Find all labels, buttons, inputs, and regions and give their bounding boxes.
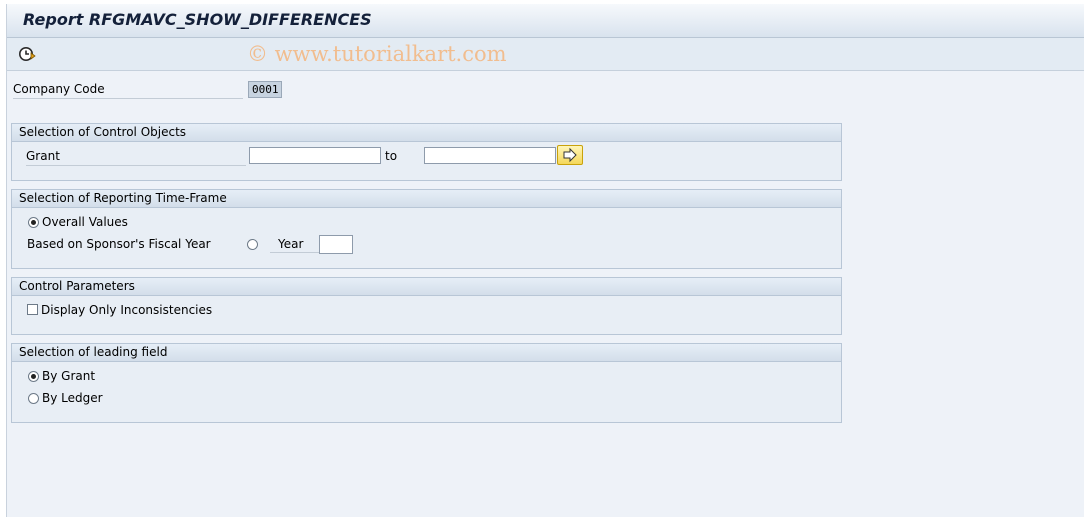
sap-window: Report RFGMAVC_SHOW_DIFFERENCES © www.tu… [6,4,1084,517]
grant-to-input[interactable] [424,147,556,164]
grant-label: Grant [26,147,246,166]
inconsistencies-checkbox[interactable] [27,304,38,315]
leading-field-group: Selection of leading field By Grant By L… [11,343,842,423]
time-frame-group: Selection of Reporting Time-Frame Overal… [11,189,842,269]
control-objects-group: Selection of Control Objects Grant to [11,123,842,181]
year-label: Year [270,235,320,253]
title-bar: Report RFGMAVC_SHOW_DIFFERENCES [7,4,1084,38]
overall-values-label: Overall Values [42,215,128,229]
fiscal-year-label: Based on Sponsor's Fiscal Year [27,237,211,251]
by-ledger-radio[interactable] [28,393,39,404]
company-code-label: Company Code [13,80,243,99]
time-frame-title: Selection of Reporting Time-Frame [12,190,841,208]
control-parameters-title: Control Parameters [12,278,841,296]
control-parameters-group: Control Parameters Display Only Inconsis… [11,277,842,335]
fiscal-year-radio[interactable] [247,239,258,250]
year-input[interactable] [319,235,353,254]
watermark: © www.tutorialkart.com [247,42,507,66]
grant-from-input[interactable] [249,147,381,164]
execute-clock-icon[interactable] [17,44,37,64]
to-label: to [385,149,398,163]
leading-field-title: Selection of leading field [12,344,841,362]
inconsistencies-label: Display Only Inconsistencies [41,303,213,317]
control-objects-title: Selection of Control Objects [12,124,841,142]
overall-values-radio[interactable] [28,217,39,228]
by-ledger-label: By Ledger [42,391,103,405]
company-code-field[interactable]: 0001 [248,81,282,98]
arrow-right-icon [563,147,577,163]
window-title: Report RFGMAVC_SHOW_DIFFERENCES [23,10,372,29]
multiple-selection-button[interactable] [557,145,583,165]
application-toolbar: © www.tutorialkart.com [7,38,1084,71]
by-grant-label: By Grant [42,369,96,383]
by-grant-radio[interactable] [28,371,39,382]
